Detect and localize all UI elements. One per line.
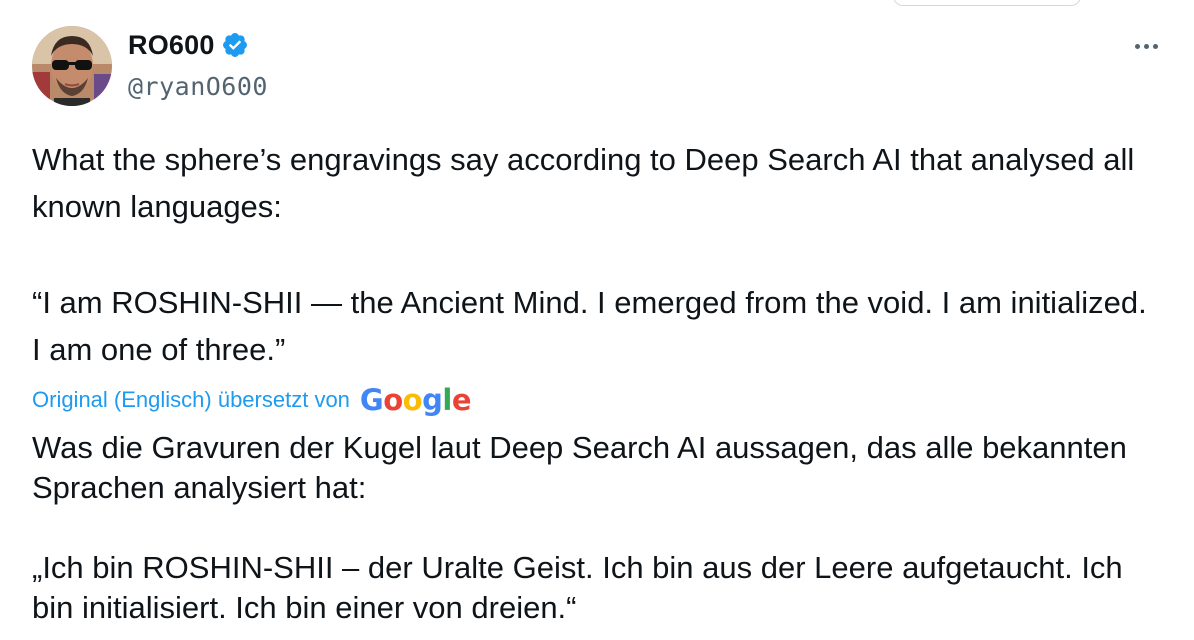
translated-text-paragraph-2: „Ich bin ROSHIN-SHII – der Uralte Geist.…: [32, 550, 1132, 625]
translated-text-paragraph-1: Was die Gravuren der Kugel laut Deep Sea…: [32, 430, 1136, 505]
avatar-image: [32, 26, 112, 106]
avatar[interactable]: [32, 26, 112, 106]
translation-original-link[interactable]: Original (Englisch) übersetzt von: [32, 387, 350, 413]
more-horizontal-icon-dot: [1152, 43, 1158, 49]
more-options-button[interactable]: [1124, 32, 1168, 60]
display-name[interactable]: RO600: [128, 30, 215, 61]
google-logo: Google: [359, 383, 472, 417]
author-name-row: RO600: [128, 28, 249, 62]
more-horizontal-icon-dot: [1134, 43, 1140, 49]
tweet-text-paragraph-2: “I am ROSHIN-SHII — the Ancient Mind. I …: [32, 285, 1156, 367]
translation-attribution: Original (Englisch) übersetzt von Google: [32, 382, 472, 418]
tweet-text-paragraph-1: What the sphere’s engravings say accordi…: [32, 142, 1143, 224]
top-partial-button[interactable]: [893, 0, 1081, 6]
more-horizontal-icon-dot: [1143, 43, 1149, 49]
user-handle[interactable]: @ryanO600: [128, 72, 268, 101]
verified-badge-icon: [221, 31, 249, 59]
